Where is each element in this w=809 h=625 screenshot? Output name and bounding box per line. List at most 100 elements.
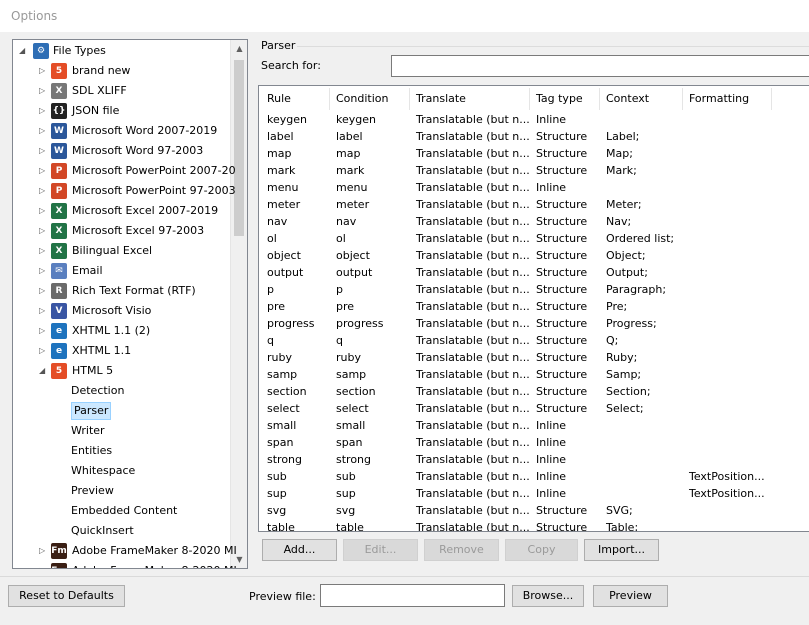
tree-item[interactable]: ▷ V Microsoft Visio (13, 301, 229, 321)
table-row[interactable]: object object Translatable (but n... Struct… (259, 248, 809, 265)
tree-scrollbar[interactable]: ▲ ▼ (230, 40, 247, 568)
expand-icon[interactable]: ▷ (39, 307, 47, 315)
table-row[interactable]: table table Translatable (but n... Structur… (259, 520, 809, 531)
scroll-up-arrow-icon[interactable]: ▲ (231, 40, 247, 57)
copy-button[interactable]: Copy (505, 539, 578, 561)
tree-item[interactable]: ▷ {} JSON file (13, 101, 229, 121)
table-row[interactable]: label label Translatable (but n... Structur… (259, 129, 809, 146)
expand-icon[interactable]: ▷ (39, 327, 47, 335)
table-row[interactable]: ol ol Translatable (but n... Structure Order… (259, 231, 809, 248)
search-input[interactable] (391, 55, 809, 77)
tree-item-detection[interactable]: Detection (13, 381, 229, 401)
parser-rules-grid[interactable]: Rule Condition Translate Tag type Context For… (258, 85, 809, 532)
expand-icon[interactable]: ▷ (39, 547, 47, 555)
table-row[interactable]: svg svg Translatable (but n... Structure SVG… (259, 503, 809, 520)
tree-item[interactable]: ▷ W Microsoft Word 97-2003 (13, 141, 229, 161)
tree-item[interactable]: ▷ e XHTML 1.1 (2) (13, 321, 229, 341)
tree-item[interactable]: ▷ W Microsoft Word 2007-2019 (13, 121, 229, 141)
import-button[interactable]: Import... (584, 539, 659, 561)
expand-icon[interactable]: ▷ (39, 567, 47, 569)
expand-icon[interactable]: ▷ (39, 67, 47, 75)
tree-item[interactable]: ▷ R Rich Text Format (RTF) (13, 281, 229, 301)
tree-item[interactable]: ▷ P Microsoft PowerPoint 97-2003 (13, 181, 236, 201)
remove-button[interactable]: Remove (424, 539, 499, 561)
collapse-icon[interactable]: ◢ (19, 47, 27, 55)
tree-item-preview[interactable]: Preview (13, 481, 229, 501)
expand-icon[interactable]: ▷ (39, 287, 47, 295)
table-row[interactable]: output output Translatable (but n... Struct… (259, 265, 809, 282)
tree-item-entities[interactable]: Entities (13, 441, 229, 461)
tree-item[interactable]: ▷ X Microsoft Excel 2007-2019 (13, 201, 229, 221)
table-row[interactable]: sub sub Translatable (but n... Inline TextPo… (259, 469, 809, 486)
file-types-tree[interactable]: ▲ ▼ ◢ ⚙ File Types ▷ 5 brand new ▷ X SDL XLIFF ▷ {… (12, 39, 248, 569)
expand-icon[interactable]: ▷ (39, 267, 47, 275)
table-row[interactable]: samp samp Translatable (but n... Structure S… (259, 367, 809, 384)
tree-item-quickinsert[interactable]: QuickInsert (13, 521, 229, 541)
tree-item-writer[interactable]: Writer (13, 421, 229, 441)
tree-item[interactable]: ◢ ⚙ File Types (13, 41, 229, 61)
table-row[interactable]: map map Translatable (but n... Structure Map… (259, 146, 809, 163)
table-row[interactable]: progress progress Translatable (but n... St… (259, 316, 809, 333)
collapse-icon[interactable]: ◢ (39, 367, 47, 375)
browse-button[interactable]: Browse... (512, 585, 584, 607)
expand-icon[interactable]: ▷ (39, 147, 47, 155)
table-cell: output (267, 266, 304, 279)
table-row[interactable]: ruby ruby Translatable (but n... Structure R… (259, 350, 809, 367)
expand-icon[interactable]: ▷ (39, 87, 47, 95)
column-header[interactable]: Formatting (689, 92, 749, 105)
preview-file-input[interactable] (320, 584, 505, 607)
tree-item[interactable]: ▷ 5 brand new (13, 61, 229, 81)
table-row[interactable]: keygen keygen Translatable (but n... Inline (259, 112, 809, 129)
tree-item[interactable]: ▷ e XHTML 1.1 (13, 341, 229, 361)
expand-icon[interactable]: ▷ (39, 227, 47, 235)
column-separator[interactable] (771, 88, 772, 110)
expand-icon[interactable]: ▷ (39, 187, 47, 195)
tree-item[interactable]: ▷ P Microsoft PowerPoint 2007-20 (13, 161, 236, 181)
tree-item[interactable]: ▷ Fm Adobe FrameMaker 8-2020 MI (13, 561, 237, 569)
table-row[interactable]: section section Translatable (but n... Stru… (259, 384, 809, 401)
tree-item[interactable]: ▷ X Bilingual Excel (13, 241, 229, 261)
column-separator[interactable] (682, 88, 683, 110)
table-row[interactable]: p p Translatable (but n... Structure Paragra… (259, 282, 809, 299)
table-row[interactable]: select select Translatable (but n... Struct… (259, 401, 809, 418)
tree-item[interactable]: ▷ Fm Adobe FrameMaker 8-2020 MI (13, 541, 237, 561)
expand-icon[interactable]: ▷ (39, 207, 47, 215)
options-window: Options ▲ ▼ ◢ ⚙ File Types ▷ 5 brand new ▷ X SDL… (0, 0, 809, 625)
column-separator[interactable] (329, 88, 330, 110)
expand-icon[interactable]: ▷ (39, 107, 47, 115)
preview-button[interactable]: Preview (593, 585, 668, 607)
add-button[interactable]: Add... (262, 539, 337, 561)
table-row[interactable]: nav nav Translatable (but n... Structure Nav… (259, 214, 809, 231)
table-row[interactable]: strong strong Translatable (but n... Inline (259, 452, 809, 469)
table-row[interactable]: menu menu Translatable (but n... Inline (259, 180, 809, 197)
expand-icon[interactable]: ▷ (39, 347, 47, 355)
column-header[interactable]: Condition (336, 92, 389, 105)
column-separator[interactable] (409, 88, 410, 110)
column-header[interactable]: Translate (416, 92, 466, 105)
scroll-thumb[interactable] (234, 60, 244, 236)
expand-icon[interactable]: ▷ (39, 247, 47, 255)
tree-item-parser[interactable]: Parser (13, 401, 229, 421)
table-row[interactable]: mark mark Translatable (but n... Structure M… (259, 163, 809, 180)
column-header[interactable]: Context (606, 92, 649, 105)
tree-item[interactable]: ◢ 5 HTML 5 (13, 361, 229, 381)
table-row[interactable]: span span Translatable (but n... Inline (259, 435, 809, 452)
table-row[interactable]: sup sup Translatable (but n... Inline TextPo… (259, 486, 809, 503)
column-separator[interactable] (599, 88, 600, 110)
column-header[interactable]: Tag type (536, 92, 583, 105)
tree-item[interactable]: ▷ X Microsoft Excel 97-2003 (13, 221, 229, 241)
tree-item[interactable]: ▷ X SDL XLIFF (13, 81, 229, 101)
edit-button[interactable]: Edit... (343, 539, 418, 561)
column-separator[interactable] (529, 88, 530, 110)
table-row[interactable]: pre pre Translatable (but n... Structure Pre… (259, 299, 809, 316)
reset-to-defaults-button[interactable]: Reset to Defaults (8, 585, 125, 607)
table-row[interactable]: small small Translatable (but n... Inline (259, 418, 809, 435)
expand-icon[interactable]: ▷ (39, 127, 47, 135)
table-row[interactable]: q q Translatable (but n... Structure Q; (259, 333, 809, 350)
tree-item[interactable]: ▷ ✉ Email (13, 261, 229, 281)
expand-icon[interactable]: ▷ (39, 167, 47, 175)
column-header[interactable]: Rule (267, 92, 291, 105)
table-row[interactable]: meter meter Translatable (but n... Structur… (259, 197, 809, 214)
tree-item-embedded-content[interactable]: Embedded Content (13, 501, 229, 521)
tree-item-whitespace[interactable]: Whitespace (13, 461, 229, 481)
